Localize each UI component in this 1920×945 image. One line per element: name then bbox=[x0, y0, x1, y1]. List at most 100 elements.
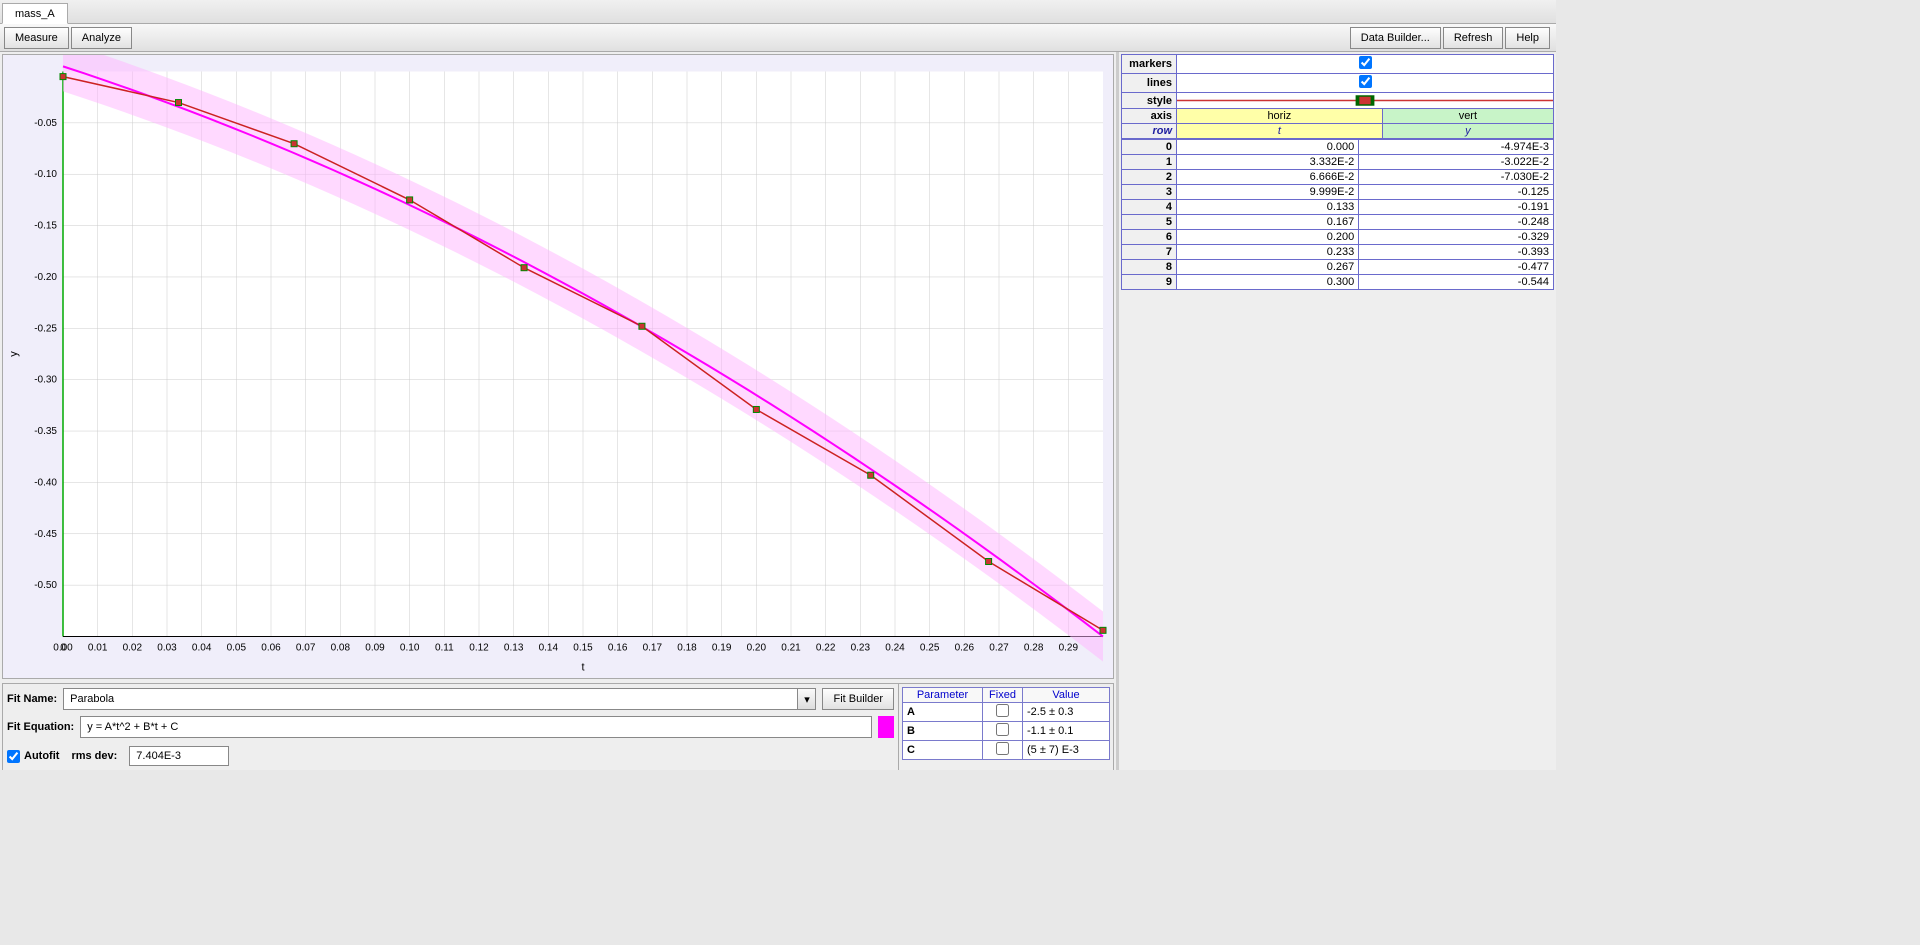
row-index: 9 bbox=[1122, 275, 1177, 290]
rms-label: rms dev: bbox=[71, 750, 117, 762]
row-index: 5 bbox=[1122, 215, 1177, 230]
help-button[interactable]: Help bbox=[1505, 27, 1550, 49]
cell-t[interactable]: 0.233 bbox=[1177, 245, 1359, 260]
svg-text:y: y bbox=[8, 351, 20, 357]
cell-y[interactable]: -0.248 bbox=[1359, 215, 1554, 230]
refresh-button[interactable]: Refresh bbox=[1443, 27, 1504, 49]
cell-t[interactable]: 0.167 bbox=[1177, 215, 1359, 230]
chart-panel[interactable]: 0.000.010.020.030.040.050.060.070.080.09… bbox=[2, 54, 1114, 679]
svg-text:-0.35: -0.35 bbox=[34, 426, 57, 437]
cell-y[interactable]: -0.544 bbox=[1359, 275, 1554, 290]
fit-name-value: Parabola bbox=[64, 689, 797, 709]
svg-text:0.20: 0.20 bbox=[747, 643, 767, 654]
autofit-checkbox[interactable] bbox=[7, 750, 20, 763]
svg-text:-0.20: -0.20 bbox=[34, 272, 57, 283]
table-row[interactable]: 6 0.200 -0.329 bbox=[1122, 230, 1554, 245]
table-row[interactable]: 5 0.167 -0.248 bbox=[1122, 215, 1554, 230]
axis-label: axis bbox=[1122, 109, 1177, 124]
svg-text:0.01: 0.01 bbox=[88, 643, 108, 654]
row-index: 2 bbox=[1122, 170, 1177, 185]
svg-text:0.05: 0.05 bbox=[227, 643, 247, 654]
param-header-fixed[interactable]: Fixed bbox=[983, 688, 1023, 703]
cell-t[interactable]: 3.332E-2 bbox=[1177, 155, 1359, 170]
row-index: 4 bbox=[1122, 200, 1177, 215]
cell-y[interactable]: -4.974E-3 bbox=[1359, 140, 1554, 155]
param-value-A[interactable]: -2.5 ± 0.3 bbox=[1023, 703, 1110, 722]
svg-text:0.19: 0.19 bbox=[712, 643, 732, 654]
table-row[interactable]: 2 6.666E-2 -7.030E-2 bbox=[1122, 170, 1554, 185]
cell-t[interactable]: 0.200 bbox=[1177, 230, 1359, 245]
fit-builder-button[interactable]: Fit Builder bbox=[822, 688, 894, 710]
markers-checkbox[interactable] bbox=[1359, 56, 1372, 69]
style-preview[interactable] bbox=[1177, 93, 1554, 109]
svg-text:0.02: 0.02 bbox=[123, 643, 143, 654]
data-table: 0 0.000 -4.974E-31 3.332E-2 -3.022E-22 6… bbox=[1121, 139, 1554, 290]
cell-y[interactable]: -3.022E-2 bbox=[1359, 155, 1554, 170]
svg-text:-0.25: -0.25 bbox=[34, 323, 57, 334]
svg-text:0.12: 0.12 bbox=[469, 643, 489, 654]
param-fixed-A[interactable] bbox=[996, 704, 1009, 717]
cell-t[interactable]: 0.267 bbox=[1177, 260, 1359, 275]
column-y[interactable]: y bbox=[1382, 124, 1553, 139]
param-value-C[interactable]: (5 ± 7) E-3 bbox=[1023, 741, 1110, 760]
table-row[interactable]: 1 3.332E-2 -3.022E-2 bbox=[1122, 155, 1554, 170]
rms-value: 7.404E-3 bbox=[129, 746, 229, 766]
row-index: 7 bbox=[1122, 245, 1177, 260]
table-row[interactable]: 4 0.133 -0.191 bbox=[1122, 200, 1554, 215]
cell-t[interactable]: 0.300 bbox=[1177, 275, 1359, 290]
axis-vert[interactable]: vert bbox=[1382, 109, 1553, 124]
param-name-A: A bbox=[903, 703, 983, 722]
svg-text:-0.40: -0.40 bbox=[34, 477, 57, 488]
cell-y[interactable]: -0.329 bbox=[1359, 230, 1554, 245]
cell-t[interactable]: 0.000 bbox=[1177, 140, 1359, 155]
fit-color-swatch[interactable] bbox=[878, 716, 894, 738]
svg-text:0.09: 0.09 bbox=[365, 643, 385, 654]
svg-text:0.11: 0.11 bbox=[435, 643, 454, 654]
fit-equation-input[interactable]: y = A*t^2 + B*t + C bbox=[80, 716, 872, 738]
table-row[interactable]: 9 0.300 -0.544 bbox=[1122, 275, 1554, 290]
cell-t[interactable]: 6.666E-2 bbox=[1177, 170, 1359, 185]
tab-mass-a[interactable]: mass_A bbox=[2, 3, 68, 24]
tab-bar: mass_A bbox=[0, 0, 1556, 24]
axis-horiz[interactable]: horiz bbox=[1177, 109, 1383, 124]
cell-t[interactable]: 0.133 bbox=[1177, 200, 1359, 215]
cell-t[interactable]: 9.999E-2 bbox=[1177, 185, 1359, 200]
cell-y[interactable]: -0.125 bbox=[1359, 185, 1554, 200]
dropdown-icon[interactable]: ▾ bbox=[797, 689, 815, 709]
markers-label: markers bbox=[1122, 55, 1177, 74]
svg-text:0: 0 bbox=[60, 643, 66, 654]
fit-panel: Fit Name: Parabola ▾ Fit Builder Fit Equ… bbox=[2, 683, 1114, 770]
svg-text:0.08: 0.08 bbox=[331, 643, 351, 654]
fit-name-select[interactable]: Parabola ▾ bbox=[63, 688, 816, 710]
svg-text:0.17: 0.17 bbox=[643, 643, 663, 654]
cell-y[interactable]: -7.030E-2 bbox=[1359, 170, 1554, 185]
param-header-value[interactable]: Value bbox=[1023, 688, 1110, 703]
param-value-B[interactable]: -1.1 ± 0.1 bbox=[1023, 722, 1110, 741]
cell-y[interactable]: -0.191 bbox=[1359, 200, 1554, 215]
lines-checkbox[interactable] bbox=[1359, 75, 1372, 88]
svg-text:0.10: 0.10 bbox=[400, 643, 420, 654]
param-header-parameter[interactable]: Parameter bbox=[903, 688, 983, 703]
svg-text:-0.15: -0.15 bbox=[34, 221, 57, 232]
svg-text:-0.50: -0.50 bbox=[34, 580, 57, 591]
table-row[interactable]: 0 0.000 -4.974E-3 bbox=[1122, 140, 1554, 155]
table-row[interactable]: 7 0.233 -0.393 bbox=[1122, 245, 1554, 260]
analyze-button[interactable]: Analyze bbox=[71, 27, 132, 49]
column-t[interactable]: t bbox=[1177, 124, 1383, 139]
svg-text:0.25: 0.25 bbox=[920, 643, 940, 654]
svg-text:t: t bbox=[581, 662, 584, 674]
options-table: markers lines style axis horiz vert bbox=[1121, 54, 1554, 139]
measure-button[interactable]: Measure bbox=[4, 27, 69, 49]
parameter-table: Parameter Fixed Value A -2.5 ± 0.3B -1.1… bbox=[902, 687, 1110, 760]
svg-text:0.21: 0.21 bbox=[781, 643, 801, 654]
param-fixed-B[interactable] bbox=[996, 723, 1009, 736]
svg-text:-0.05: -0.05 bbox=[34, 118, 57, 129]
table-row[interactable]: 8 0.267 -0.477 bbox=[1122, 260, 1554, 275]
table-row[interactable]: 3 9.999E-2 -0.125 bbox=[1122, 185, 1554, 200]
cell-y[interactable]: -0.393 bbox=[1359, 245, 1554, 260]
param-fixed-C[interactable] bbox=[996, 742, 1009, 755]
svg-text:0.15: 0.15 bbox=[573, 643, 593, 654]
data-builder-button[interactable]: Data Builder... bbox=[1350, 27, 1441, 49]
svg-text:0.07: 0.07 bbox=[296, 643, 316, 654]
cell-y[interactable]: -0.477 bbox=[1359, 260, 1554, 275]
